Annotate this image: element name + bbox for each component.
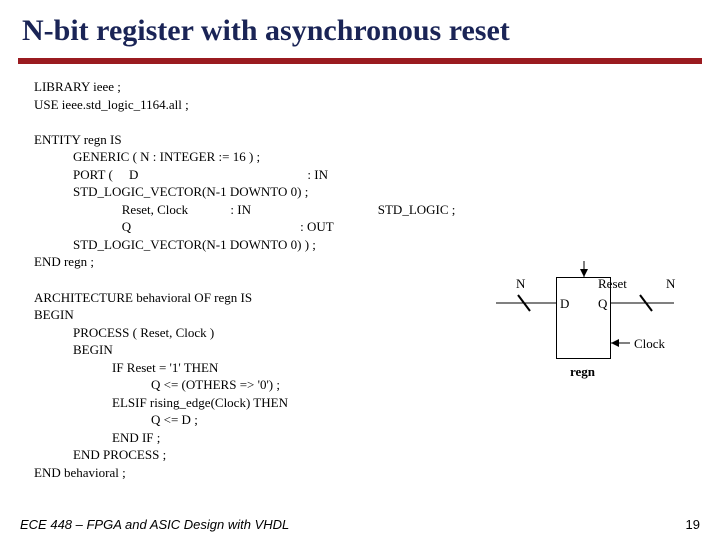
content-area: LIBRARY ieee ; USE ieee.std_logic_1164.a… <box>0 64 720 482</box>
footer-text: ECE 448 – FPGA and ASIC Design with VHDL <box>20 517 289 532</box>
slide-footer: ECE 448 – FPGA and ASIC Design with VHDL… <box>20 517 700 532</box>
reset-label: Reset <box>598 275 627 293</box>
d-label: D <box>560 295 569 313</box>
n-label-left: N <box>516 275 525 293</box>
q-label: Q <box>598 295 607 313</box>
page-number: 19 <box>686 517 700 532</box>
slide-title: N-bit register with asynchronous reset <box>0 0 720 54</box>
n-label-right: N <box>666 275 675 293</box>
regn-label: regn <box>570 363 595 381</box>
register-diagram: N N Reset D Q Clock regn <box>490 259 700 409</box>
clock-label: Clock <box>634 335 665 353</box>
